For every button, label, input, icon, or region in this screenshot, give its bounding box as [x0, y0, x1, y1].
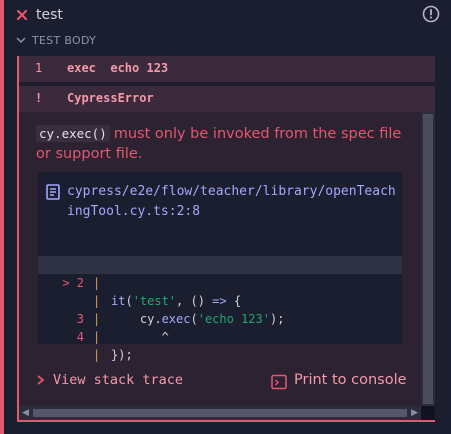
horizontal-scrollbar[interactable]: ◀ ▶ — [19, 406, 421, 420]
command-row[interactable]: 1 exec echo 123 — [19, 56, 435, 83]
terminal-icon[interactable] — [271, 374, 287, 390]
error-code-snippet: cy.exec() — [36, 125, 110, 142]
scroll-left-icon[interactable]: ◀ — [22, 408, 29, 418]
error-panel: cy.exec() must only be invoked from the s… — [19, 112, 421, 406]
close-icon — [16, 9, 28, 21]
code-line: 3 | }); — [38, 292, 402, 362]
error-caret: ^ — [111, 330, 169, 344]
view-stack-trace-button[interactable]: View stack trace — [36, 372, 183, 388]
code-frame: cypress/e2e/flow/teacher/library/openTea… — [38, 172, 402, 362]
code-line: | ^ — [93, 312, 169, 344]
command-text: exec echo 123 — [67, 61, 168, 75]
panel-bottom-border — [19, 420, 435, 422]
test-status-stripe — [0, 0, 4, 434]
command-name: exec — [67, 61, 96, 75]
file-path-link[interactable]: cypress/e2e/flow/teacher/library/openTea… — [67, 182, 402, 222]
print-to-console-button[interactable]: Print to console — [294, 372, 407, 388]
test-body-label: TEST BODY — [32, 34, 97, 47]
code-line: 1 | it('test', () => { — [38, 238, 402, 308]
test-body-toggle[interactable]: TEST BODY — [16, 34, 96, 47]
vertical-scroll-thumb[interactable] — [423, 114, 433, 404]
vertical-scrollbar[interactable] — [421, 112, 435, 406]
error-marker: ! — [35, 91, 43, 105]
view-stack-trace-label: View stack trace — [53, 372, 184, 388]
test-title: test — [36, 7, 63, 23]
code-line: 4 | — [38, 310, 402, 362]
command-message: echo 123 — [110, 61, 169, 75]
info-icon[interactable] — [422, 5, 440, 23]
scrollbar-corner — [421, 406, 435, 420]
chevron-down-icon — [16, 37, 26, 44]
horizontal-scroll-thumb[interactable] — [33, 409, 407, 417]
line-number: 4 — [76, 330, 84, 344]
test-header[interactable]: test — [4, 0, 451, 30]
error-title: CypressError — [67, 91, 154, 105]
line-source: }); — [111, 348, 133, 362]
file-icon — [46, 184, 60, 200]
error-header: ! CypressError — [19, 86, 435, 112]
scroll-right-icon[interactable]: ▶ — [411, 408, 418, 418]
command-number: 1 — [35, 61, 43, 75]
code-lines: 1 | it('test', () => { > 2 | cy.exec('ec… — [38, 238, 402, 362]
code-line-highlighted: > 2 | cy.exec('echo 123'); — [38, 256, 402, 326]
error-message: cy.exec() must only be invoked from the s… — [36, 124, 408, 164]
chevron-right-icon — [37, 375, 45, 385]
